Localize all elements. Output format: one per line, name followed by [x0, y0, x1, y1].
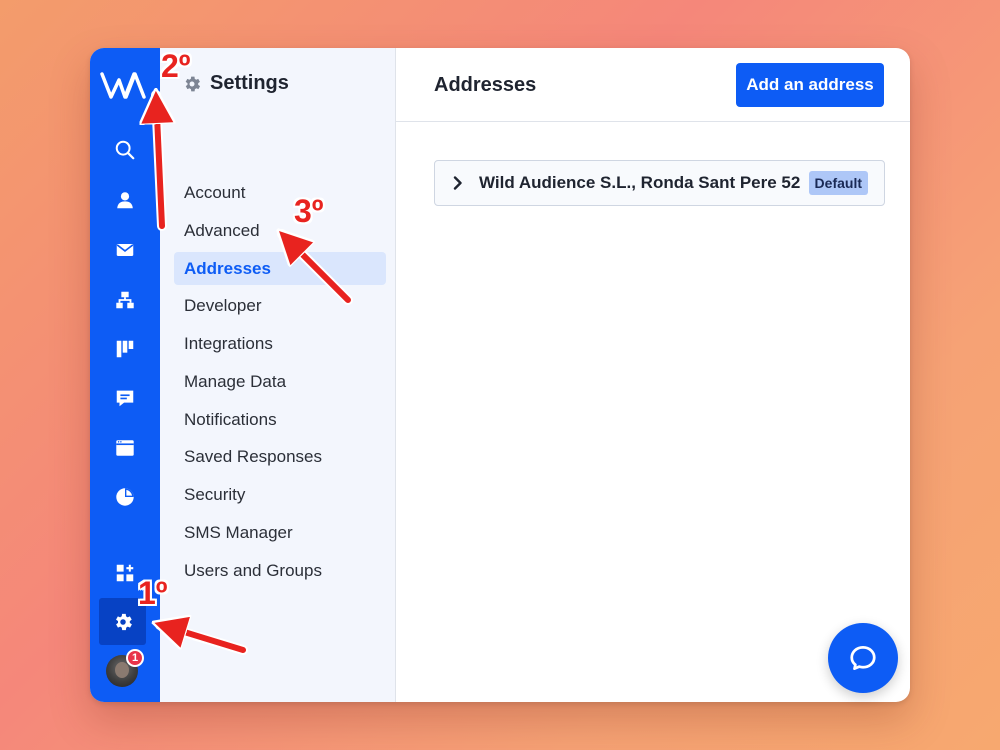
settings-nav-item-manage-data[interactable]: Manage Data: [174, 365, 386, 398]
address-label: Wild Audience S.L., Ronda Sant Pere 52: [479, 173, 801, 192]
pie-chart-icon[interactable]: [107, 479, 143, 515]
address-row[interactable]: Wild Audience S.L., Ronda Sant Pere 52 D…: [434, 160, 885, 206]
settings-nav-item-developer[interactable]: Developer: [174, 289, 386, 322]
avatar-photo: [115, 662, 129, 678]
settings-nav-item-saved-responses[interactable]: Saved Responses: [174, 440, 386, 473]
settings-panel: Settings Account Advanced Addresses Develop…: [160, 48, 396, 702]
page-title: Addresses: [434, 74, 537, 96]
person-icon[interactable]: [107, 182, 143, 218]
app-window: 1 Settings Account Advanced Addresses Devel…: [90, 48, 910, 702]
board-icon[interactable]: [107, 331, 143, 367]
annotation-step-2: 2º: [161, 48, 191, 84]
sitemap-icon[interactable]: [107, 282, 143, 318]
settings-nav-item-users-and-groups[interactable]: Users and Groups: [174, 554, 386, 587]
settings-nav-item-integrations[interactable]: Integrations: [174, 327, 386, 360]
notification-badge: 1: [126, 649, 144, 667]
chat-support-button[interactable]: [828, 623, 898, 693]
main-content: Addresses Add an address Wild Audience S…: [396, 48, 910, 702]
search-icon[interactable]: [107, 132, 143, 168]
main-header: Addresses Add an address: [396, 48, 910, 122]
mail-icon[interactable]: [107, 232, 143, 268]
settings-nav-item-advanced[interactable]: Advanced: [174, 214, 386, 247]
chat-bubble-icon: [850, 646, 876, 670]
chevron-right-icon[interactable]: [451, 176, 465, 190]
annotation-step-3: 3º: [294, 193, 324, 229]
annotation-step-1: 1º: [138, 575, 168, 611]
settings-nav-item-sms-manager[interactable]: SMS Manager: [174, 516, 386, 549]
settings-header: Settings: [182, 72, 289, 95]
default-badge: Default: [808, 171, 868, 195]
settings-nav-item-account[interactable]: Account: [174, 176, 386, 209]
settings-nav-item-notifications[interactable]: Notifications: [174, 403, 386, 436]
chat-icon[interactable]: [107, 380, 143, 416]
browser-icon[interactable]: [107, 430, 143, 466]
avatar[interactable]: 1: [106, 649, 144, 687]
settings-nav-item-addresses[interactable]: Addresses: [174, 251, 386, 285]
wa-logo-icon[interactable]: [100, 70, 148, 100]
gear-icon: [115, 613, 132, 630]
settings-nav-item-security[interactable]: Security: [174, 478, 386, 511]
add-address-button[interactable]: Add an address: [736, 63, 884, 107]
settings-title: Settings: [210, 72, 289, 94]
